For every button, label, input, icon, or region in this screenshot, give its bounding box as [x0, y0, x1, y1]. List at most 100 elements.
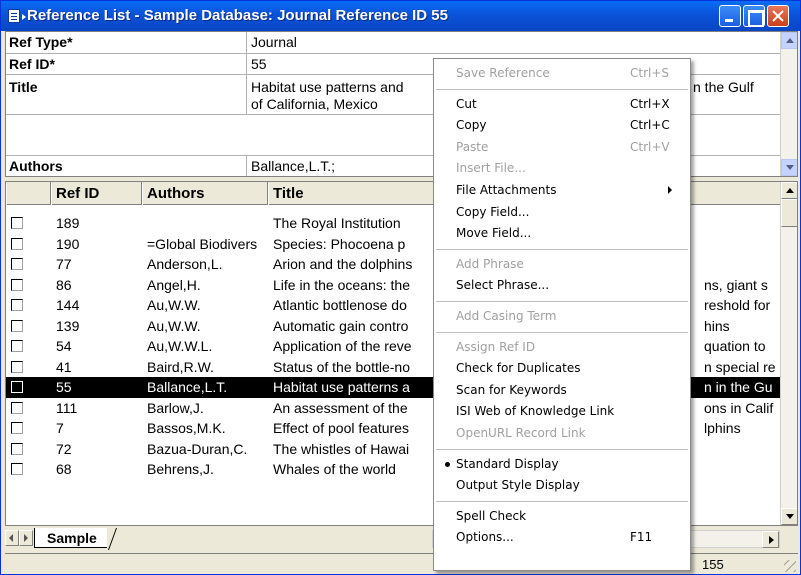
- row-checkbox[interactable]: [11, 237, 23, 250]
- row-checkbox[interactable]: [11, 278, 23, 291]
- maximize-button[interactable]: [743, 5, 765, 27]
- menu-separator: [436, 331, 688, 333]
- menu-item-isi-web-of-knowledge-link[interactable]: ISI Web of Knowledge Link: [434, 401, 690, 422]
- menu-item-standard-display[interactable]: Standard Display: [434, 454, 690, 475]
- cell-title-visible-end: ns, giant s: [704, 276, 768, 293]
- row-checkbox[interactable]: [11, 360, 23, 373]
- row-checkbox[interactable]: [11, 463, 23, 475]
- menu-item-copy-field[interactable]: Copy Field...: [434, 202, 690, 223]
- menu-item-label: Add Casing Term: [456, 309, 557, 323]
- cell-authors: Bazua-Duran,C.: [147, 440, 248, 457]
- menu-item-label: Standard Display: [456, 456, 559, 471]
- menu-item-cut[interactable]: Cut Ctrl+X: [434, 94, 690, 115]
- cell-ref-id: 7: [56, 420, 64, 436]
- field-label: Authors: [9, 158, 63, 174]
- cell-authors: Au,W.W.: [147, 297, 201, 313]
- menu-separator: [436, 88, 688, 90]
- row-checkbox[interactable]: [11, 442, 23, 455]
- menu-item-label: Paste: [456, 139, 489, 154]
- menu-separator: [436, 448, 688, 450]
- scroll-up-button[interactable]: [781, 182, 797, 199]
- menu-item-file-attachments[interactable]: File Attachments: [434, 180, 690, 201]
- menu-item-label: Copy Field...: [456, 204, 530, 219]
- row-checkbox[interactable]: [11, 340, 23, 352]
- scroll-thumb[interactable]: [781, 199, 797, 227]
- context-menu: Save Reference Ctrl+S Cut Ctrl+X Copy Ctrl+C P…: [433, 58, 691, 571]
- menu-item-assign-ref-id: Assign Ref ID: [434, 337, 690, 358]
- menu-item-add-casing-term: Add Casing Term: [434, 306, 690, 327]
- cell-ref-id: 139: [56, 317, 80, 334]
- scroll-down-button[interactable]: [781, 159, 797, 176]
- menu-item-label: Insert File...: [456, 161, 526, 176]
- row-checkbox[interactable]: [11, 401, 23, 414]
- cell-title-visible-end: quation to: [704, 338, 766, 354]
- field-value[interactable]: Ballance,L.T.;: [251, 158, 335, 174]
- menu-separator: [436, 301, 688, 302]
- tab-sample[interactable]: Sample: [34, 528, 107, 548]
- field-value[interactable]: Journal: [251, 34, 297, 50]
- column-header-check[interactable]: [6, 182, 51, 205]
- menu-item-add-phrase: Add Phrase: [434, 254, 690, 275]
- menu-item-label: Select Phrase...: [456, 278, 550, 293]
- scroll-up-button[interactable]: [781, 32, 797, 49]
- scroll-down-button[interactable]: [781, 508, 797, 525]
- row-checkbox[interactable]: [11, 381, 23, 393]
- menu-item-label: Move Field...: [456, 226, 532, 241]
- menu-item-label: File Attachments: [456, 183, 557, 197]
- cell-ref-id: 144: [56, 297, 80, 313]
- field-value-visible-end[interactable]: n the Gulf: [693, 79, 754, 95]
- menu-item-label: ISI Web of Knowledge Link: [456, 404, 615, 419]
- row-checkbox[interactable]: [11, 217, 23, 229]
- list-vertical-scrollbar[interactable]: [780, 182, 797, 525]
- row-checkbox[interactable]: [11, 299, 23, 311]
- field-editor-scrollbar[interactable]: [780, 32, 797, 176]
- menu-item-shortcut: Ctrl+X: [630, 96, 670, 111]
- cell-authors: Au,W.W.L.: [147, 338, 213, 354]
- menu-item-openurl-record-link: OpenURL Record Link: [434, 423, 690, 444]
- menu-item-label: Copy: [456, 118, 487, 133]
- menu-item-scan-for-keywords[interactable]: Scan for Keywords: [434, 380, 690, 401]
- window-title: Reference List - Sample Database: Journa…: [27, 7, 448, 24]
- cell-authors: Angel,H.: [147, 276, 201, 293]
- menu-item-options[interactable]: Options... F11: [434, 527, 690, 548]
- menu-item-label: Scan for Keywords: [456, 382, 567, 397]
- cell-ref-id: 72: [56, 440, 72, 457]
- field-label: Title: [9, 79, 38, 95]
- menu-separator: [436, 500, 688, 502]
- tab-scroll-left-icon[interactable]: [5, 530, 19, 546]
- menu-item-save-reference: Save Reference Ctrl+S: [434, 63, 690, 84]
- row-checkbox[interactable]: [11, 422, 23, 434]
- cell-authors: Bassos,M.K.: [147, 420, 226, 436]
- cell-authors: Ballance,L.T.: [147, 379, 228, 395]
- column-header-authors[interactable]: Authors: [142, 182, 268, 205]
- field-value-line2[interactable]: of California, Mexico: [251, 96, 378, 112]
- menu-item-move-field[interactable]: Move Field...: [434, 223, 690, 244]
- menu-item-paste: Paste Ctrl+V: [434, 137, 690, 158]
- field-value[interactable]: 55: [251, 56, 267, 72]
- menu-item-check-for-duplicates[interactable]: Check for Duplicates: [434, 358, 690, 379]
- field-value[interactable]: Habitat use patterns and: [251, 79, 404, 95]
- app-list-icon[interactable]: [8, 9, 26, 23]
- minimize-button[interactable]: [719, 5, 741, 27]
- row-checkbox[interactable]: [11, 258, 23, 270]
- menu-item-select-phrase[interactable]: Select Phrase...: [434, 275, 690, 296]
- column-header-ref-id[interactable]: Ref ID: [51, 182, 142, 205]
- title-bar[interactable]: Reference List - Sample Database: Journa…: [1, 1, 800, 31]
- scroll-right-button[interactable]: [762, 531, 779, 548]
- cell-title-visible-end: lphins: [704, 420, 741, 436]
- cell-ref-id: 55: [56, 379, 72, 395]
- menu-item-shortcut: Ctrl+C: [630, 118, 670, 133]
- cell-ref-id: 77: [56, 256, 72, 272]
- menu-item-output-style-display[interactable]: Output Style Display: [434, 475, 690, 496]
- cell-title-visible-end: n special re: [704, 358, 776, 375]
- tab-scroll-right-icon[interactable]: [19, 530, 33, 546]
- menu-item-spell-check[interactable]: Spell Check: [434, 506, 690, 527]
- close-button[interactable]: [767, 5, 789, 27]
- menu-item-copy[interactable]: Copy Ctrl+C: [434, 115, 690, 136]
- field-row-ref-type[interactable]: Ref Type* Journal: [6, 32, 781, 54]
- cell-authors: Baird,R.W.: [147, 358, 214, 375]
- row-checkbox[interactable]: [11, 319, 23, 332]
- menu-item-shortcut: Ctrl+S: [630, 66, 670, 80]
- resize-grip-icon[interactable]: [784, 560, 796, 572]
- menu-item-label: Spell Check: [456, 508, 527, 523]
